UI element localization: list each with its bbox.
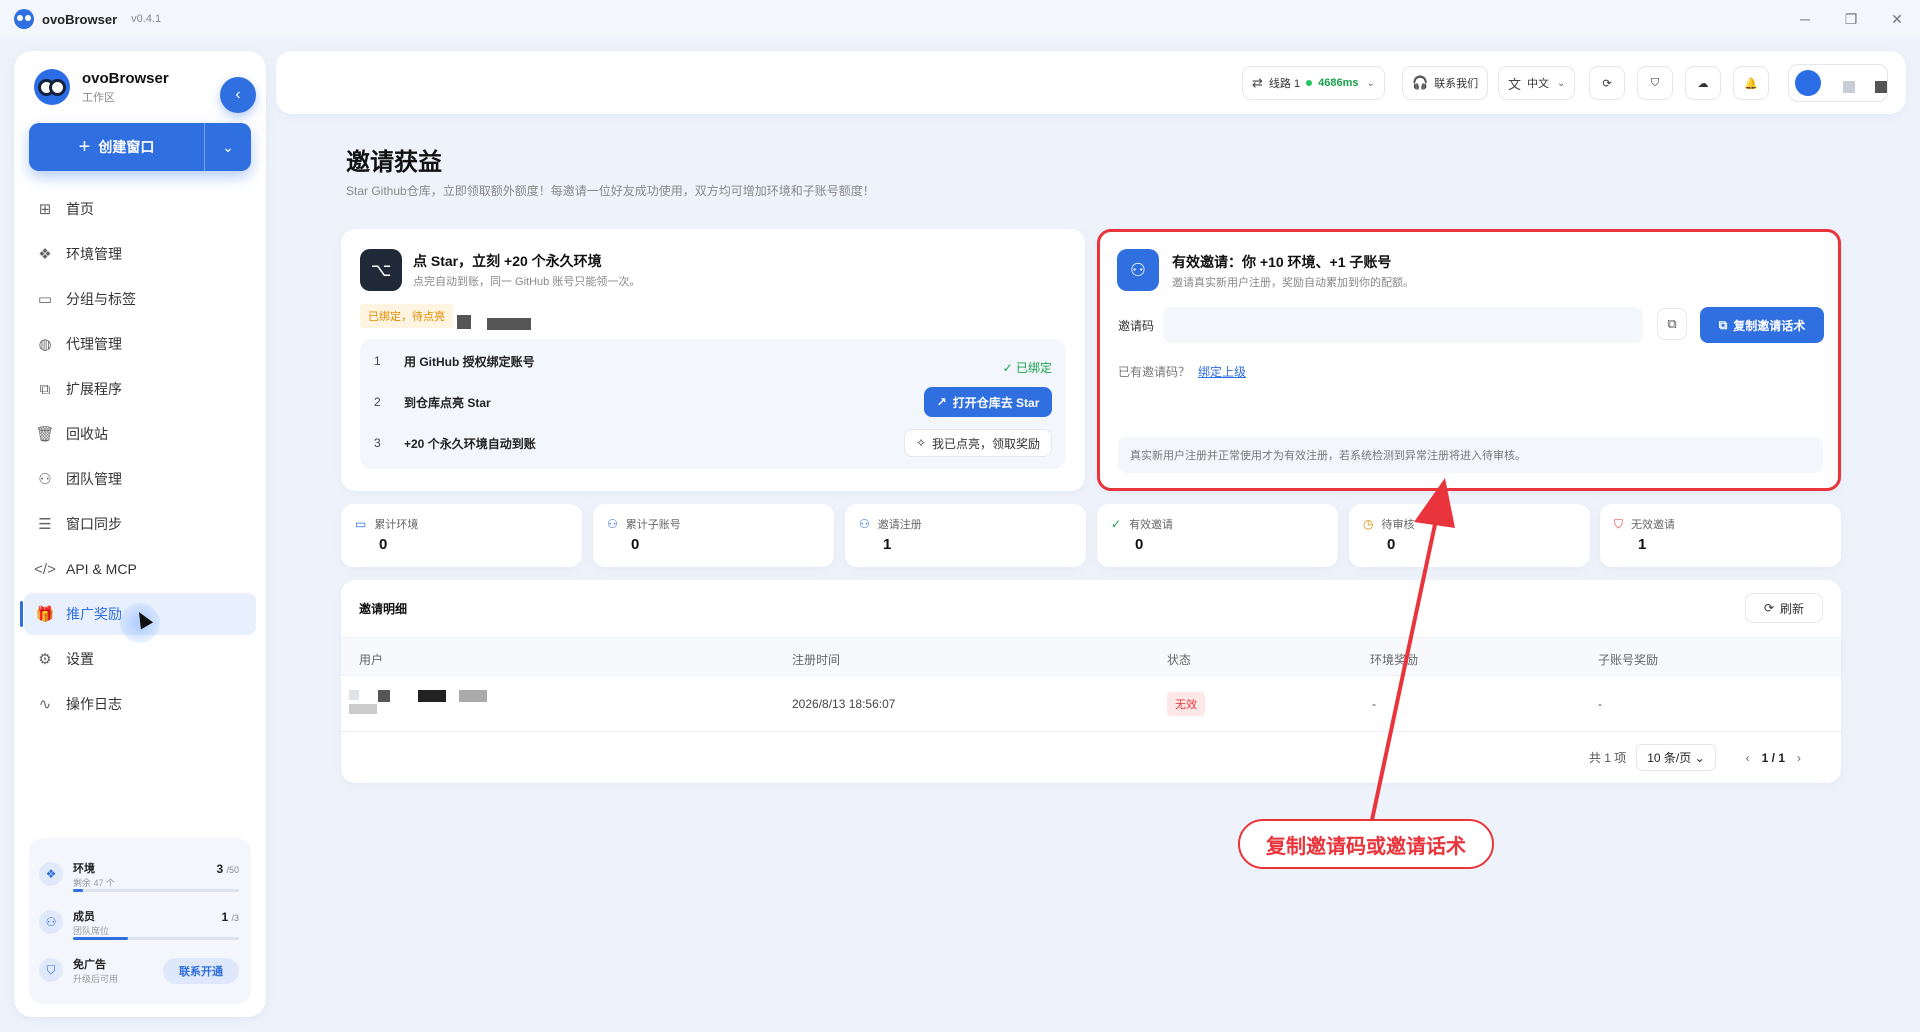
- annotation-arrow: [1370, 478, 1455, 821]
- annotation-label: 复制邀请码或邀请话术: [1238, 819, 1494, 869]
